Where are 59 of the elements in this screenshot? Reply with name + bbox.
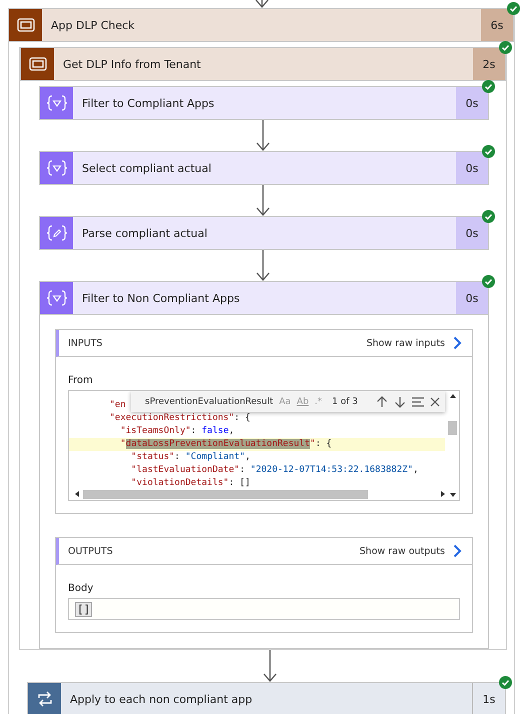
action-header[interactable]: Get DLP Info from Tenant 2s [20,47,506,81]
arrow-connector [263,650,277,682]
code-line: "isTeamsOnly": false, [119,425,236,438]
field-label: From [68,375,94,386]
lines-icon [412,396,424,406]
scroll-down-icon [450,493,456,497]
action-title: Apply to each non compliant app [69,692,254,706]
filter-icon [46,159,66,177]
output-value: [] [75,602,92,616]
field-label: Body [68,583,94,594]
raw-link[interactable]: Show raw inputs [366,336,462,350]
arrow-connector [256,185,270,216]
duration-label: 2s [473,48,505,80]
code-line: "status": "Compliant", [130,451,252,464]
scroll-left-icon [75,491,79,497]
action-title: App DLP Check [50,18,136,32]
find-input[interactable]: sPreventionEvaluationResult [145,396,274,406]
pencil-icon [46,224,66,242]
scrollbar-thumb[interactable] [83,490,368,499]
code-editor[interactable] [68,390,460,501]
arrow-connector [256,250,270,281]
arrow-connector [256,120,270,151]
duration-label: 0s [456,152,488,184]
code-line: "violationDetails": [] [130,477,252,490]
scrollbar-thumb[interactable] [448,421,457,435]
arrow-down-icon [394,396,406,408]
scope-icon [16,16,34,34]
action-header[interactable]: Filter to Non Compliant Apps 0s [39,281,489,315]
scope-icon [28,55,46,73]
action-header[interactable]: Apply to each non compliant app 1s [27,682,506,714]
action-header[interactable]: Filter to Compliant Apps 0s [39,86,489,120]
duration-label: 0s [456,282,488,314]
filter-icon [46,94,66,112]
scroll-right-icon [441,491,445,497]
duration-label: 0s [456,87,488,119]
duration-label: 6s [481,9,513,41]
raw-link[interactable]: Show raw outputs [360,544,462,558]
action-title: Select compliant actual [81,162,212,174]
duration-label: 0s [456,217,488,249]
action-header[interactable]: Parse compliant actual 0s [39,216,489,250]
chevron-right-icon [453,544,462,558]
action-title: Parse compliant actual [81,226,208,240]
loop-icon [36,690,54,708]
action-header[interactable]: App DLP Check 6s [9,8,514,42]
filter-icon [46,289,66,307]
match-count: 1 of 3 [332,396,358,406]
chevron-right-icon [453,336,462,350]
scroll-up-icon [450,394,456,398]
section-heading: OUTPUTS [68,546,113,556]
close-icon [430,396,440,406]
action-title: Filter to Compliant Apps [81,96,216,110]
arrow-up-icon [376,396,388,408]
action-title: Filter to Non Compliant Apps [81,292,241,304]
action-title: Get DLP Info from Tenant [62,58,202,70]
code-line: "executionRestrictions": { [108,412,252,425]
code-line: "lastEvaluationDate": "2020-12-07T14:53:22.1683882Z", [130,464,420,477]
action-header[interactable]: Select compliant actual 0s [39,151,489,185]
section-heading: INPUTS [68,338,102,348]
code-line: "en [108,399,127,412]
